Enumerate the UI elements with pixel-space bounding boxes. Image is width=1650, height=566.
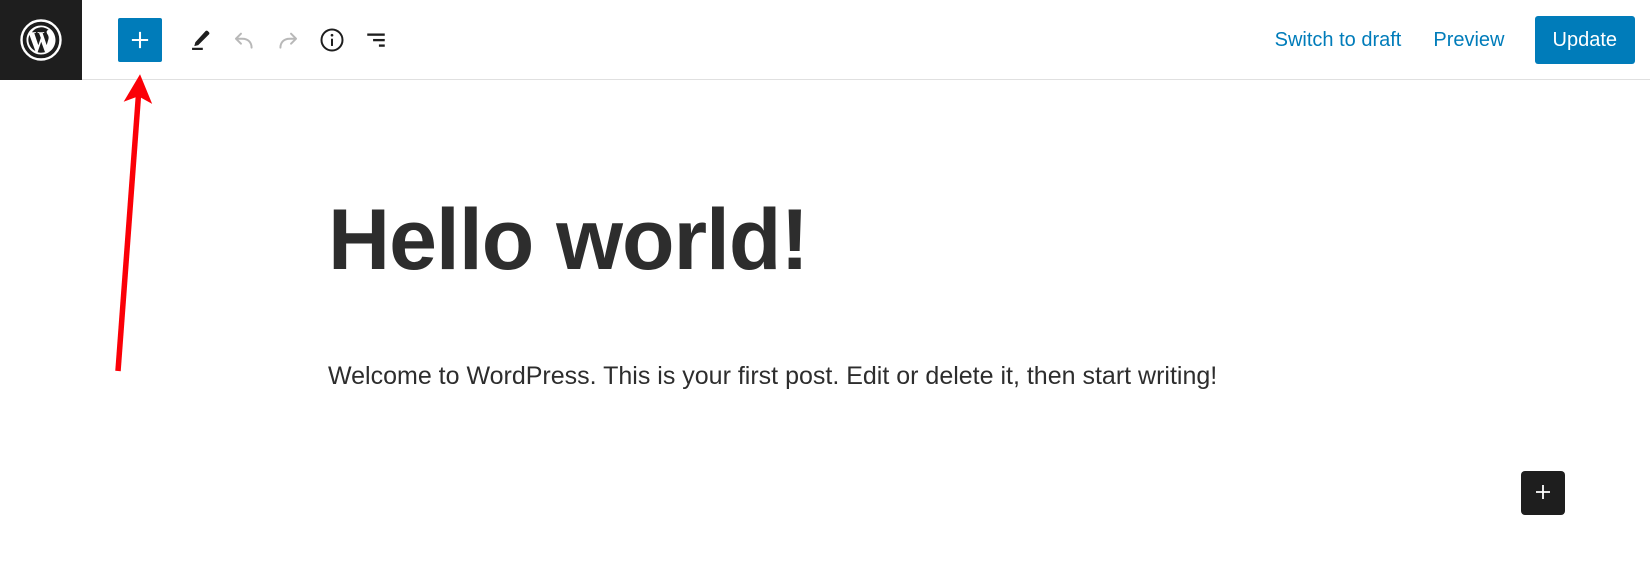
list-view-button[interactable]	[354, 18, 398, 62]
info-circle-icon	[318, 26, 346, 54]
preview-button[interactable]: Preview	[1417, 20, 1520, 60]
wordpress-logo-icon	[17, 16, 65, 64]
plus-icon	[127, 27, 153, 53]
wordpress-logo-button[interactable]	[0, 0, 82, 80]
switch-to-draft-button[interactable]: Switch to draft	[1259, 20, 1418, 60]
pencil-icon	[186, 26, 214, 54]
undo-button[interactable]	[222, 18, 266, 62]
undo-arrow-icon	[230, 26, 258, 54]
details-button[interactable]	[310, 18, 354, 62]
post-title[interactable]: Hello world!	[328, 197, 809, 283]
plus-icon	[1531, 480, 1555, 507]
edit-tool-button[interactable]	[178, 18, 222, 62]
post-paragraph-block[interactable]: Welcome to WordPress. This is your first…	[328, 359, 1217, 394]
redo-button[interactable]	[266, 18, 310, 62]
header-toolbar-left	[82, 0, 398, 80]
block-appender-button[interactable]	[1521, 471, 1565, 515]
header-toolbar-right: Switch to draft Preview Update	[1259, 0, 1650, 80]
update-button[interactable]: Update	[1534, 15, 1635, 64]
editor-canvas: Hello world! Welcome to WordPress. This …	[0, 81, 1650, 566]
editor-header: Switch to draft Preview Update	[0, 0, 1650, 80]
redo-arrow-icon	[274, 26, 302, 54]
add-block-button[interactable]	[118, 17, 162, 62]
list-view-icon	[362, 26, 390, 54]
